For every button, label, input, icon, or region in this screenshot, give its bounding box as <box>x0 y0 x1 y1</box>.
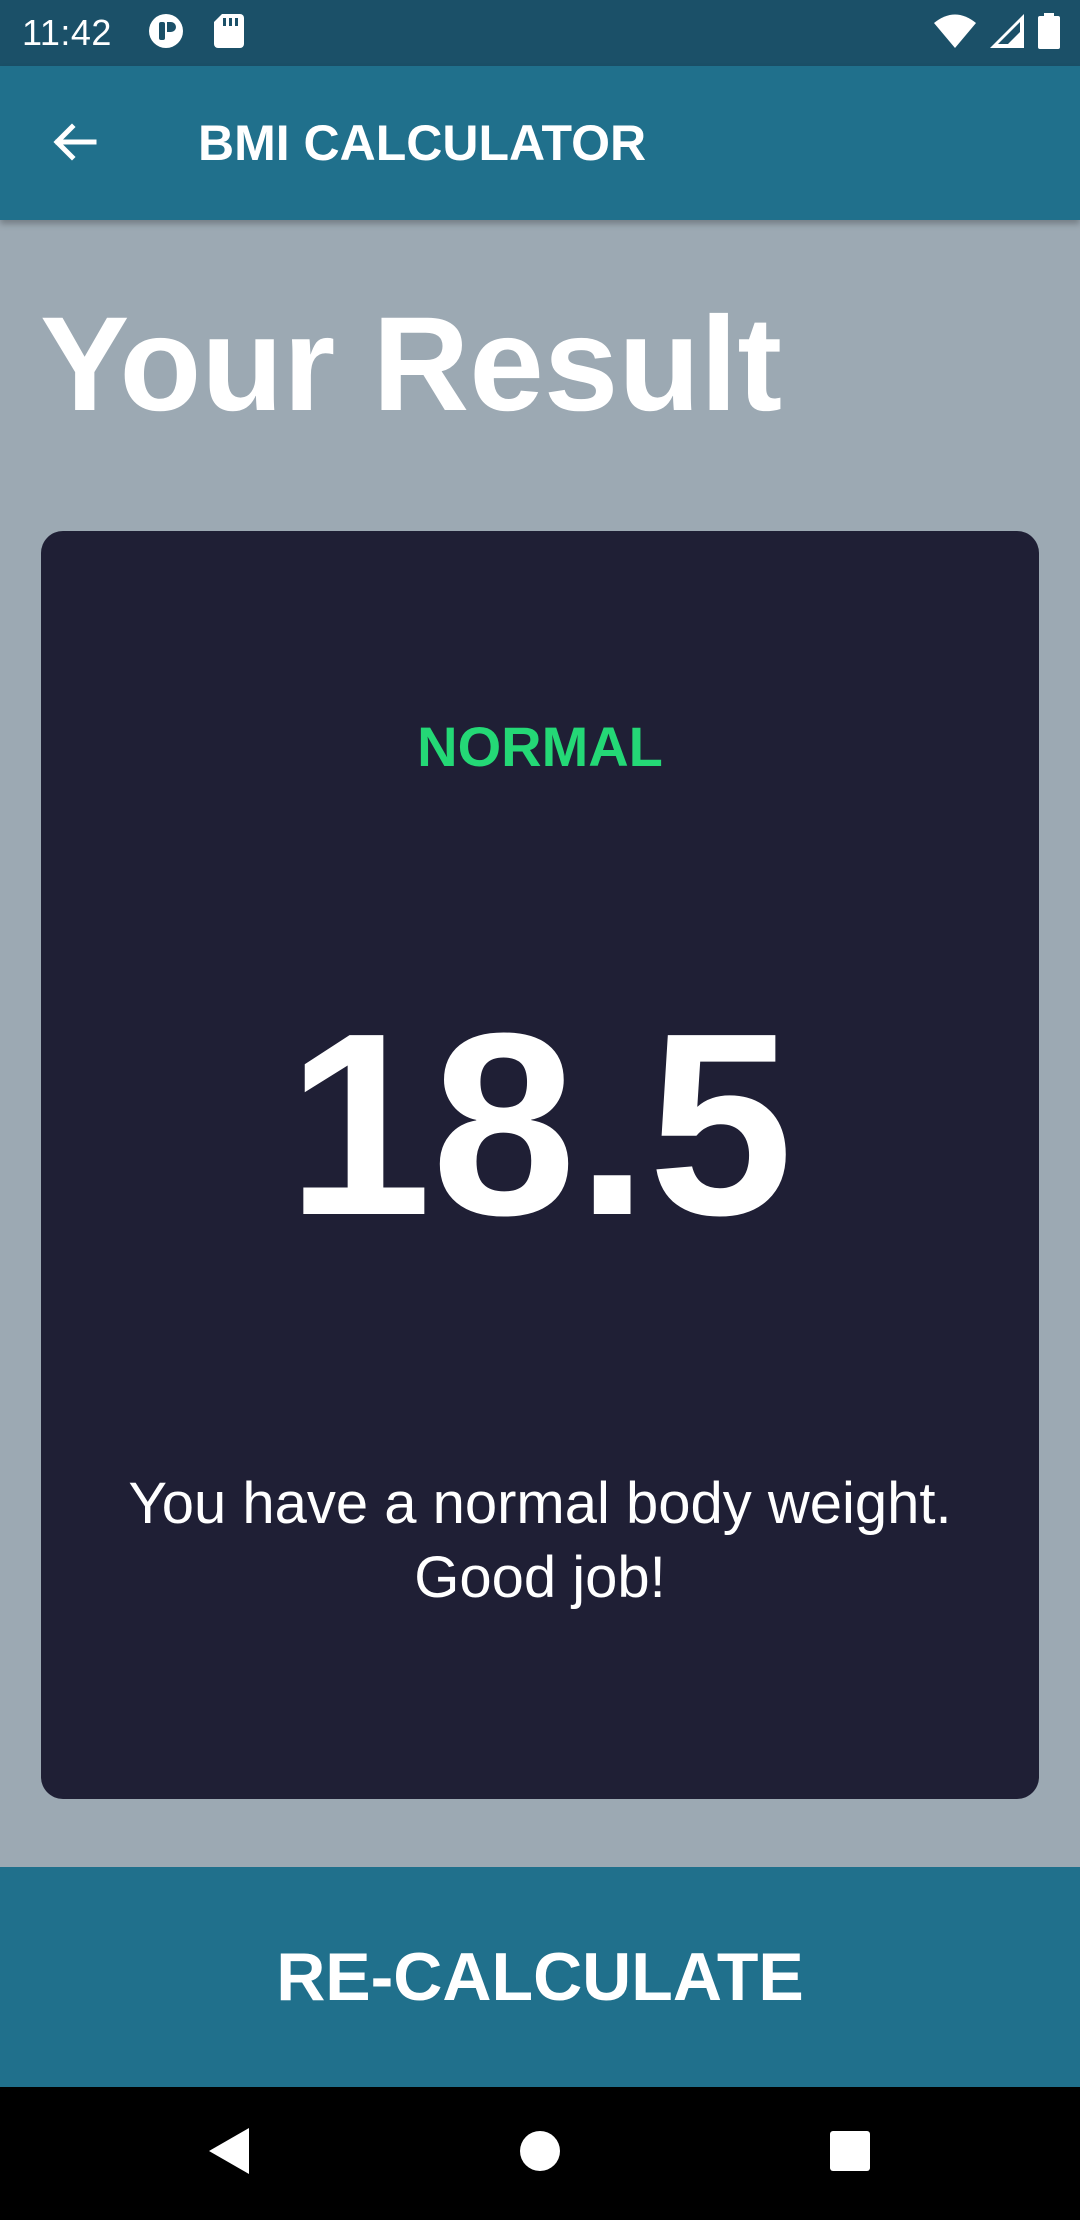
page-title: Your Result <box>40 290 783 439</box>
home-circle-icon <box>518 2129 562 2178</box>
battery-icon <box>1038 12 1060 54</box>
app-title: BMI CALCULATOR <box>198 115 647 171</box>
status-bar: 11:42 <box>0 0 1080 66</box>
nav-back-button[interactable] <box>196 2121 260 2185</box>
nav-home-button[interactable] <box>508 2121 572 2185</box>
back-button[interactable] <box>36 106 112 182</box>
result-status-label: NORMAL <box>417 715 663 778</box>
bmi-value: 18.5 <box>286 980 794 1270</box>
recalculate-button[interactable]: RE-CALCULATE <box>0 1867 1080 2087</box>
arrow-back-icon <box>50 118 98 171</box>
sd-card-icon <box>214 13 244 53</box>
status-time: 11:42 <box>22 12 112 53</box>
status-right-icons <box>934 12 1060 54</box>
app-bar: BMI CALCULATOR <box>0 66 1080 220</box>
nav-recents-button[interactable] <box>818 2121 882 2185</box>
back-triangle-icon <box>205 2126 251 2181</box>
app-notification-icon <box>148 13 184 54</box>
wifi-icon <box>934 14 976 53</box>
recalculate-button-label: RE-CALCULATE <box>276 1939 804 2015</box>
recents-square-icon <box>829 2130 871 2177</box>
result-message: You have a normal body weight. Good job! <box>128 1471 952 1610</box>
status-left-icons <box>148 13 244 54</box>
cellular-signal-icon <box>990 13 1024 53</box>
system-nav-bar <box>0 2087 1080 2220</box>
